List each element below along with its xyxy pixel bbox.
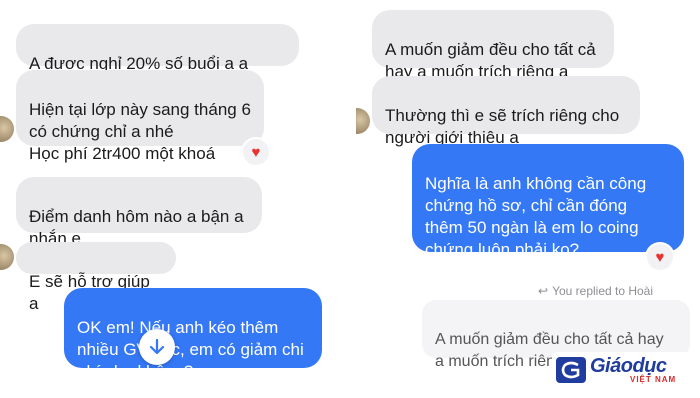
left-chat-panel: A được nghỉ 20% số buổi a ạ Hiện tại lớp…	[0, 0, 344, 398]
message-bubble-incoming[interactable]: E sẽ hỗ trợ giúp a	[16, 242, 176, 313]
watermark-title: Giáodục	[590, 355, 667, 377]
contact-avatar[interactable]	[356, 108, 370, 134]
message-bubble-incoming[interactable]: Hiện tại lớp này sang tháng 6 có chứng c…	[16, 70, 264, 163]
watermark-subtitle: VIỆT NAM	[630, 375, 677, 384]
scroll-to-bottom-button[interactable]	[139, 329, 175, 365]
heart-icon: ♥	[251, 143, 261, 161]
giaoduc-watermark: Giáodục VIỆT NAM	[552, 352, 692, 388]
message-bubble-incoming[interactable]: A muốn giảm đều cho tất cả hay a muốn tr…	[372, 10, 614, 81]
contact-avatar[interactable]	[0, 244, 14, 270]
replied-indicator: ↩ You replied to Hoài	[538, 284, 653, 298]
heart-reaction[interactable]: ♥	[243, 139, 269, 165]
right-chat-panel: A muốn giảm đều cho tất cả hay a muốn tr…	[356, 0, 700, 398]
heart-reaction[interactable]: ♥	[647, 244, 673, 270]
message-text: OK em! Nếu anh kéo thêm nhiều GV học, em…	[77, 318, 304, 381]
message-bubble-incoming[interactable]: A được nghỉ 20% số buổi a ạ	[16, 24, 299, 73]
message-text: Thường thì e sẽ trích riêng cho người gi…	[385, 106, 620, 147]
message-bubble-outgoing[interactable]: OK em! Nếu anh kéo thêm nhiều GV học, em…	[64, 288, 322, 381]
panel-divider	[344, 0, 356, 398]
message-bubble-incoming[interactable]: Điểm danh hôm nào a bận a nhắn e	[16, 177, 262, 248]
message-text: A muốn giảm đều cho tất cả hay a muốn tr…	[385, 40, 596, 81]
message-bubble-outgoing[interactable]: Nghĩa là anh không cần công chứng hồ sơ,…	[412, 144, 684, 259]
quoted-reply-bubble[interactable]: A muốn giảm đều cho tất cả hay a muốn tr…	[422, 300, 690, 370]
replied-label: You replied to Hoài	[552, 284, 654, 298]
reply-arrow-icon: ↩	[538, 284, 549, 298]
message-bubble-incoming[interactable]: Thường thì e sẽ trích riêng cho người gi…	[372, 76, 640, 147]
heart-icon: ♥	[655, 248, 665, 266]
arrow-down-icon	[149, 338, 165, 355]
giaoduc-logo-icon	[556, 357, 586, 383]
message-text: Nghĩa là anh không cần công chứng hồ sơ,…	[425, 174, 647, 259]
message-text: Hiện tại lớp này sang tháng 6 có chứng c…	[29, 100, 251, 163]
contact-avatar[interactable]	[0, 116, 14, 142]
